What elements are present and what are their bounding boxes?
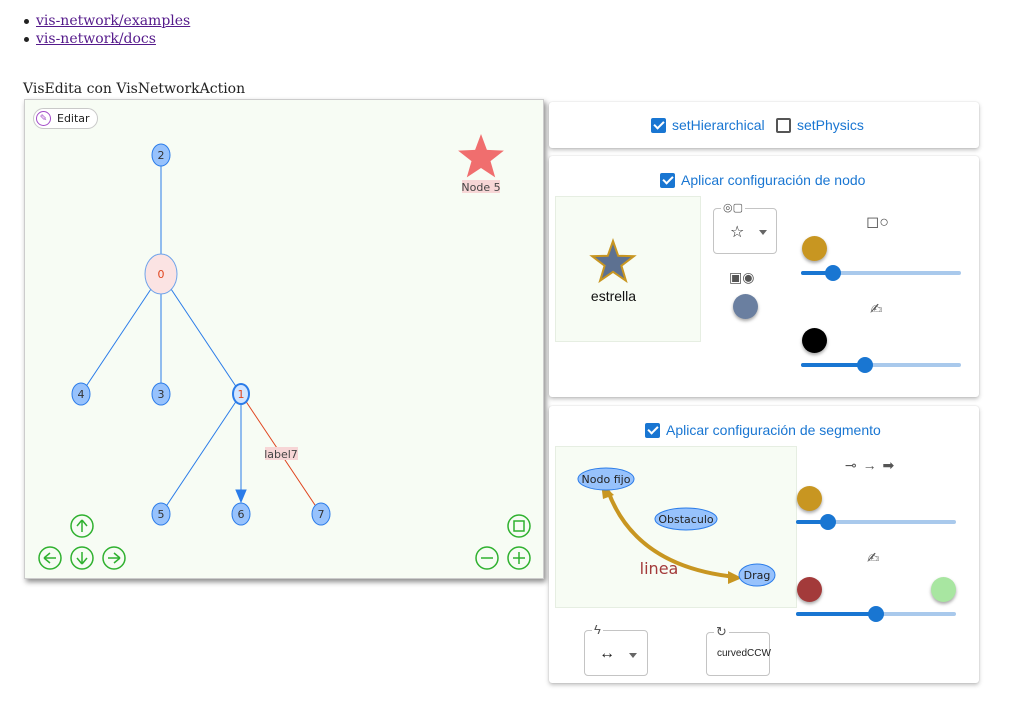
svg-text:Drag: Drag	[744, 569, 771, 582]
nav-up-button[interactable]	[70, 514, 94, 538]
edge	[160, 393, 242, 515]
svg-text:5: 5	[158, 508, 165, 521]
links-list: vis-network/examples vis-network/docs	[23, 12, 190, 48]
star-preview-icon	[589, 237, 637, 284]
node-3[interactable]: 3	[151, 382, 171, 406]
fixed-node[interactable]: Nodo fijo	[577, 467, 635, 491]
slider-thumb[interactable]	[868, 606, 884, 622]
node-config-title: Aplicar configuración de nodo	[681, 172, 866, 188]
size-slider[interactable]	[801, 265, 961, 281]
shape-value: ☆	[730, 224, 745, 241]
node-star[interactable]: Node 5	[458, 134, 504, 194]
node-preview: estrella	[555, 196, 701, 342]
edge	[160, 273, 242, 395]
node-config-card: Aplicar configuración de nodo estrella ◎…	[549, 156, 979, 397]
svg-text:1: 1	[238, 388, 245, 401]
node-6[interactable]: 6	[231, 502, 251, 526]
edge-config-title: Aplicar configuración de segmento	[666, 422, 881, 438]
node-0[interactable]: 0	[144, 253, 178, 295]
zoom-out-button[interactable]	[475, 546, 499, 570]
edge-color-swatch[interactable]	[797, 486, 822, 511]
svg-text:3: 3	[158, 388, 165, 401]
zoom-in-button[interactable]	[507, 546, 531, 570]
arrows-icon: ⊸ → ➡	[845, 457, 896, 473]
edge-config-card: Aplicar configuración de segmento Nodo f…	[549, 406, 979, 683]
node-config-toggle[interactable]: Aplicar configuración de nodo	[660, 172, 865, 188]
list-item: vis-network/docs	[23, 30, 190, 48]
docs-link[interactable]: vis-network/docs	[36, 31, 156, 47]
drag-node[interactable]: Drag	[738, 563, 776, 587]
svg-text:2: 2	[158, 149, 165, 162]
node-5[interactable]: 5	[151, 502, 171, 526]
svg-text:4: 4	[78, 388, 85, 401]
physics-toggle[interactable]: setPhysics	[776, 117, 864, 133]
checkbox-checked-icon[interactable]	[651, 117, 666, 133]
zoom-fit-button[interactable]	[507, 514, 531, 538]
svg-text:Obstaculo: Obstaculo	[658, 513, 714, 526]
dashes-select[interactable]: ϟ ↔	[584, 622, 648, 676]
network-canvas[interactable]: ✎ Editar label7 2 0 4 3 1 5 6 7 Node 5	[24, 99, 544, 579]
node-7[interactable]: 7	[311, 502, 331, 526]
edge-font-bg-swatch[interactable]	[931, 577, 956, 602]
star-node-label: Node 5	[461, 181, 500, 194]
smooth-select[interactable]: ↻ curvedCCW	[706, 624, 771, 676]
fill-color-swatch[interactable]	[802, 236, 827, 261]
node-preview-label: estrella	[590, 288, 637, 304]
nav-right-button[interactable]	[102, 546, 126, 570]
nav-left-button[interactable]	[38, 546, 62, 570]
node-2[interactable]: 2	[151, 143, 171, 167]
border-style-icon: ▣◉	[729, 269, 755, 285]
arrowhead	[235, 489, 247, 504]
examples-link[interactable]: vis-network/examples	[36, 13, 190, 29]
hierarchical-toggle[interactable]: setHierarchical	[651, 117, 765, 133]
font-color-swatch[interactable]	[802, 328, 827, 353]
chevron-down-icon	[759, 230, 767, 235]
svg-text:0: 0	[158, 268, 165, 281]
checkbox-checked-icon[interactable]	[660, 172, 675, 188]
smooth-icon: ↻	[714, 624, 729, 640]
edge-preview-graph: Nodo fijo Obstaculo Drag linea	[577, 467, 776, 587]
shape-icon: ◎▢	[721, 201, 745, 214]
direction-value: ↔	[599, 645, 615, 662]
shape-select[interactable]: ◎▢ ☆	[713, 201, 777, 254]
edge-preview-label: linea	[640, 559, 679, 578]
list-item: vis-network/examples	[23, 12, 190, 30]
physics-label: setPhysics	[797, 117, 864, 133]
physics-card: setHierarchical setPhysics	[549, 102, 979, 148]
checkbox-unchecked-icon[interactable]	[776, 117, 791, 133]
edge-width-slider[interactable]	[796, 514, 956, 530]
edge	[80, 273, 162, 395]
node-color-swatch[interactable]	[733, 294, 758, 319]
network-graph: label7 2 0 4 3 1 5 6 7 Node 5	[38, 134, 531, 570]
slider-thumb[interactable]	[825, 265, 841, 281]
edge-label: label7	[264, 448, 298, 461]
slider-thumb[interactable]	[820, 514, 836, 530]
dashes-icon: ϟ	[592, 622, 603, 637]
obstacle-node[interactable]: Obstaculo	[654, 507, 718, 531]
edge-font-icon: ✍	[867, 550, 880, 567]
size-icon: ◻○	[866, 214, 889, 231]
smooth-value: curvedCCW	[717, 648, 771, 659]
font-icon: ✍	[870, 301, 883, 318]
edge-font-size-slider[interactable]	[796, 606, 956, 622]
slider-thumb[interactable]	[857, 357, 873, 373]
font-size-slider[interactable]	[801, 357, 961, 373]
page-heading: VisEdita con VisNetworkAction	[23, 81, 246, 97]
svg-text:6: 6	[238, 508, 245, 521]
edge-preview: Nodo fijo Obstaculo Drag linea	[555, 446, 797, 608]
node-1[interactable]: 1	[232, 383, 250, 405]
hierarchical-label: setHierarchical	[672, 117, 765, 133]
edge-font-color-swatch[interactable]	[797, 577, 822, 602]
nav-down-button[interactable]	[70, 546, 94, 570]
svg-text:Nodo fijo: Nodo fijo	[582, 473, 631, 486]
node-4[interactable]: 4	[71, 382, 91, 406]
chevron-down-icon	[629, 653, 637, 658]
checkbox-checked-icon[interactable]	[645, 422, 660, 438]
svg-text:7: 7	[318, 508, 325, 521]
edge-config-toggle[interactable]: Aplicar configuración de segmento	[645, 422, 881, 438]
